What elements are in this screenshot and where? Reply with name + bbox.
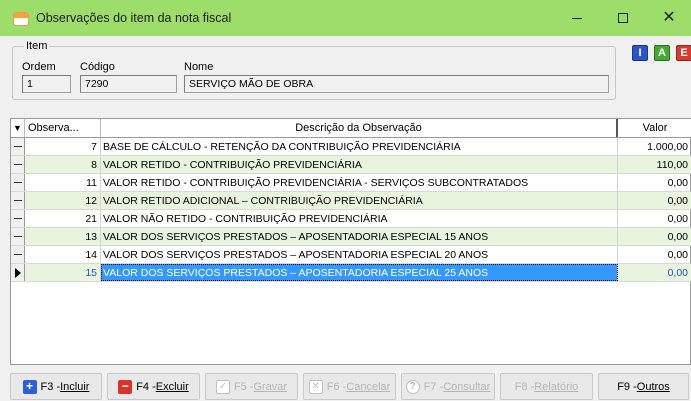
nome-field: SERVIÇO MÃO DE OBRA [184,75,609,93]
dialog-window: Observações do item da nota fiscal ✕ Ite… [0,0,691,401]
cell-descricao[interactable]: VALOR DOS SERVIÇOS PRESTADOS – APOSENTAD… [101,264,618,281]
row-indicator [11,174,25,191]
table-row[interactable]: 14 VALOR DOS SERVIÇOS PRESTADOS – APOSEN… [11,246,691,264]
nome-label: Nome [184,61,214,73]
table-row-selected[interactable]: 15 VALOR DOS SERVIÇOS PRESTADOS – APOSEN… [11,264,691,282]
app-window-icon [13,12,29,26]
outros-key: F9 - [617,380,637,393]
incluir-label: Incluir [60,380,90,393]
cell-descricao[interactable]: VALOR DOS SERVIÇOS PRESTADOS – APOSENTAD… [101,246,618,263]
relatorio-label: Relatório [534,380,579,393]
close-icon: ✕ [662,9,676,26]
excluir-button[interactable]: − F4 - Excluir [107,373,200,400]
consultar-label: Consultar [443,380,491,393]
row-indicator [11,192,25,209]
cell-descricao[interactable]: BASE DE CÁLCULO - RETENÇÃO DA CONTRIBUIÇ… [101,138,618,155]
cancelar-button[interactable]: ✕ F6 - Cancelar [303,373,396,400]
table-row[interactable]: 21 VALOR NÃO RETIDO - CONTRIBUIÇÃO PREVI… [11,210,691,228]
gravar-label: Gravar [253,380,288,393]
cell-descricao[interactable]: VALOR DOS SERVIÇOS PRESTADOS – APOSENTAD… [101,228,618,245]
cell-descricao[interactable]: VALOR NÃO RETIDO - CONTRIBUIÇÃO PREVIDEN… [101,210,618,227]
minimize-icon [572,17,582,19]
minimize-button[interactable] [554,0,600,36]
cancelar-key: F6 - [326,380,347,393]
incluir-button[interactable]: + F3 - Incluir [10,373,102,400]
table-row[interactable]: 12 VALOR RETIDO ADICIONAL – CONTRIBUIÇÃO… [11,192,691,210]
current-row-pointer-icon [11,264,25,281]
cell-descricao[interactable]: VALOR RETIDO ADICIONAL – CONTRIBUIÇÃO PR… [101,192,618,209]
minus-icon: − [118,379,133,394]
insert-mode-badge[interactable]: I [632,45,648,61]
cell-observacao[interactable]: 11 [25,174,101,191]
cell-valor[interactable]: 0,00 [618,192,691,209]
column-header-valor[interactable]: Valor [618,119,691,137]
excluir-label: Excluir [155,380,189,393]
cell-valor[interactable]: 0,00 [618,246,691,263]
grid-header: ▼ Observa... Descrição da Observação Val… [11,119,691,138]
gravar-key: F5 - [233,380,254,393]
table-row[interactable]: 8 VALOR RETIDO - CONTRIBUIÇÃO PREVIDENCI… [11,156,691,174]
header-dropdown-icon[interactable]: ▼ [11,119,25,137]
column-header-observacao[interactable]: Observa... [25,119,101,137]
cell-observacao[interactable]: 21 [25,210,101,227]
x-icon: ✕ [308,379,323,394]
cell-valor[interactable]: 1.000,00 [618,138,691,155]
consultar-key: F7 - [423,380,444,393]
cell-valor[interactable]: 0,00 [618,228,691,245]
ordem-label: Ordem [22,61,56,73]
cell-descricao[interactable]: VALOR RETIDO - CONTRIBUIÇÃO PREVIDENCIÁR… [101,174,618,191]
title-bar[interactable]: Observações do item da nota fiscal ✕ [0,0,691,36]
cell-valor[interactable]: 0,00 [618,264,691,281]
excluir-key: F4 - [136,380,156,393]
maximize-button[interactable] [600,0,646,36]
cell-valor[interactable]: 0,00 [618,210,691,227]
cell-valor[interactable]: 0,00 [618,174,691,191]
cell-observacao[interactable]: 14 [25,246,101,263]
window-title: Observações do item da nota fiscal [36,11,232,25]
cell-observacao[interactable]: 8 [25,156,101,173]
bottom-toolbar: + F3 - Incluir − F4 - Excluir ✓ F5 - Gra… [0,370,691,401]
plus-icon: + [22,379,37,394]
cancelar-label: Cancelar [346,380,391,393]
outros-label: Outros [636,380,670,393]
check-icon: ✓ [215,379,230,394]
observations-grid[interactable]: ▼ Observa... Descrição da Observação Val… [10,118,691,365]
exclude-mode-badge[interactable]: E [676,45,691,61]
row-indicator [11,210,25,227]
table-row[interactable]: 11 VALOR RETIDO - CONTRIBUIÇÃO PREVIDENC… [11,174,691,192]
column-header-descricao[interactable]: Descrição da Observação [101,119,618,137]
codigo-label: Código [80,61,115,73]
relatorio-button[interactable]: F8 - Relatório [500,373,593,400]
item-group-legend: Item [24,40,50,52]
question-icon: ? [405,379,420,394]
consultar-button[interactable]: ? F7 - Consultar [401,373,495,400]
codigo-field: 7290 [80,75,177,93]
cell-observacao[interactable]: 13 [25,228,101,245]
row-indicator [11,138,25,155]
close-button[interactable]: ✕ [646,0,691,36]
cell-descricao[interactable]: VALOR RETIDO - CONTRIBUIÇÃO PREVIDENCIÁR… [101,156,618,173]
alter-mode-badge[interactable]: A [654,45,670,61]
gravar-button[interactable]: ✓ F5 - Gravar [205,373,298,400]
cell-observacao[interactable]: 7 [25,138,101,155]
cell-observacao[interactable]: 15 [25,264,101,281]
table-row[interactable]: 13 VALOR DOS SERVIÇOS PRESTADOS – APOSEN… [11,228,691,246]
row-indicator [11,156,25,173]
row-indicator [11,228,25,245]
incluir-key: F3 - [40,380,61,393]
cell-valor[interactable]: 110,00 [618,156,691,173]
cell-observacao[interactable]: 12 [25,192,101,209]
ordem-field: 1 [22,75,71,93]
row-indicator [11,246,25,263]
relatorio-key: F8 - [514,380,535,393]
maximize-icon [618,13,628,23]
table-row[interactable]: 7 BASE DE CÁLCULO - RETENÇÃO DA CONTRIBU… [11,138,691,156]
outros-button[interactable]: F9 - Outros [598,373,689,400]
